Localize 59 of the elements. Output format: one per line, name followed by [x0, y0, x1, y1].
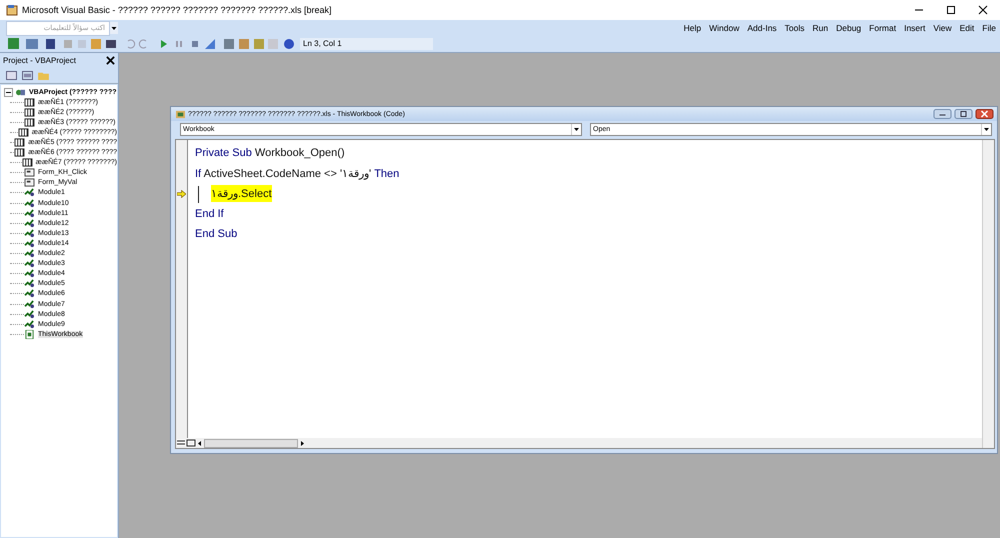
module-icon — [24, 198, 35, 208]
code-window-icon — [176, 110, 185, 118]
menu-item[interactable]: File — [982, 23, 996, 33]
maximize-icon[interactable] — [946, 5, 956, 15]
module-icon — [24, 218, 35, 228]
sheet-icon — [18, 128, 29, 137]
form-icon — [24, 178, 35, 188]
module-icon — [24, 188, 35, 198]
workbook-icon — [24, 330, 35, 339]
sheet-icon — [14, 138, 26, 148]
horizontal-scrollbar[interactable] — [196, 438, 306, 448]
module-icon — [24, 228, 35, 238]
menu-item[interactable]: Help — [684, 23, 702, 33]
sheet-icon — [24, 118, 35, 127]
menu-item[interactable]: Run — [812, 23, 828, 33]
menu-item[interactable]: Debug — [836, 23, 862, 33]
view-toggle-icon[interactable] — [176, 439, 196, 447]
window-title: Microsoft Visual Basic - ?????? ?????? ??????? ??????? ??????.xls [break] — [22, 5, 333, 15]
module-icon — [24, 208, 35, 218]
module-icon — [24, 259, 35, 268]
code-line: Private Sub Workbook_Open() — [195, 147, 345, 160]
sheet-icon — [22, 158, 33, 168]
dropdown-arrow-icon[interactable] — [981, 124, 991, 135]
cursor-position-text: Ln 3, Col 1 — [300, 38, 433, 50]
menu-item[interactable]: Tools — [784, 23, 805, 33]
vertical-scrollbar[interactable] — [982, 140, 994, 448]
menu-item[interactable]: Window — [709, 23, 740, 33]
close-icon[interactable] — [978, 5, 988, 15]
module-icon — [24, 238, 35, 248]
menu-item[interactable]: Insert — [904, 23, 926, 33]
view-code-icon[interactable] — [6, 70, 17, 80]
module-icon — [24, 249, 35, 258]
menu-item[interactable]: Format — [869, 23, 896, 33]
project-icon — [15, 88, 26, 97]
sheet-icon — [24, 98, 35, 107]
maximize-icon[interactable] — [954, 109, 973, 119]
menu-item[interactable]: Edit — [960, 23, 974, 33]
sheet-icon — [14, 148, 26, 158]
app-icon — [6, 4, 18, 16]
module-icon — [24, 310, 35, 319]
minimize-icon[interactable] — [933, 109, 952, 119]
toolbar-icons-drawing[interactable] — [6, 37, 296, 51]
code-line: End If — [195, 208, 224, 220]
pane-title: Project - VBAProject — [3, 56, 76, 64]
close-icon[interactable] — [106, 56, 115, 64]
form-icon — [24, 168, 35, 178]
close-icon[interactable] — [975, 109, 994, 119]
menu-item[interactable]: Add-Ins — [747, 23, 777, 33]
view-object-icon[interactable] — [22, 70, 33, 80]
menu-item[interactable]: View — [933, 23, 952, 33]
module-icon — [24, 279, 35, 288]
dropdown-arrow-icon[interactable] — [571, 124, 581, 135]
module-icon — [24, 320, 35, 329]
sheet-icon — [24, 108, 35, 117]
module-icon — [24, 300, 35, 309]
collapse-toggle-icon[interactable] — [4, 88, 13, 97]
module-icon — [24, 289, 35, 298]
module-icon — [24, 269, 35, 278]
code-line: End Sub — [195, 228, 238, 240]
